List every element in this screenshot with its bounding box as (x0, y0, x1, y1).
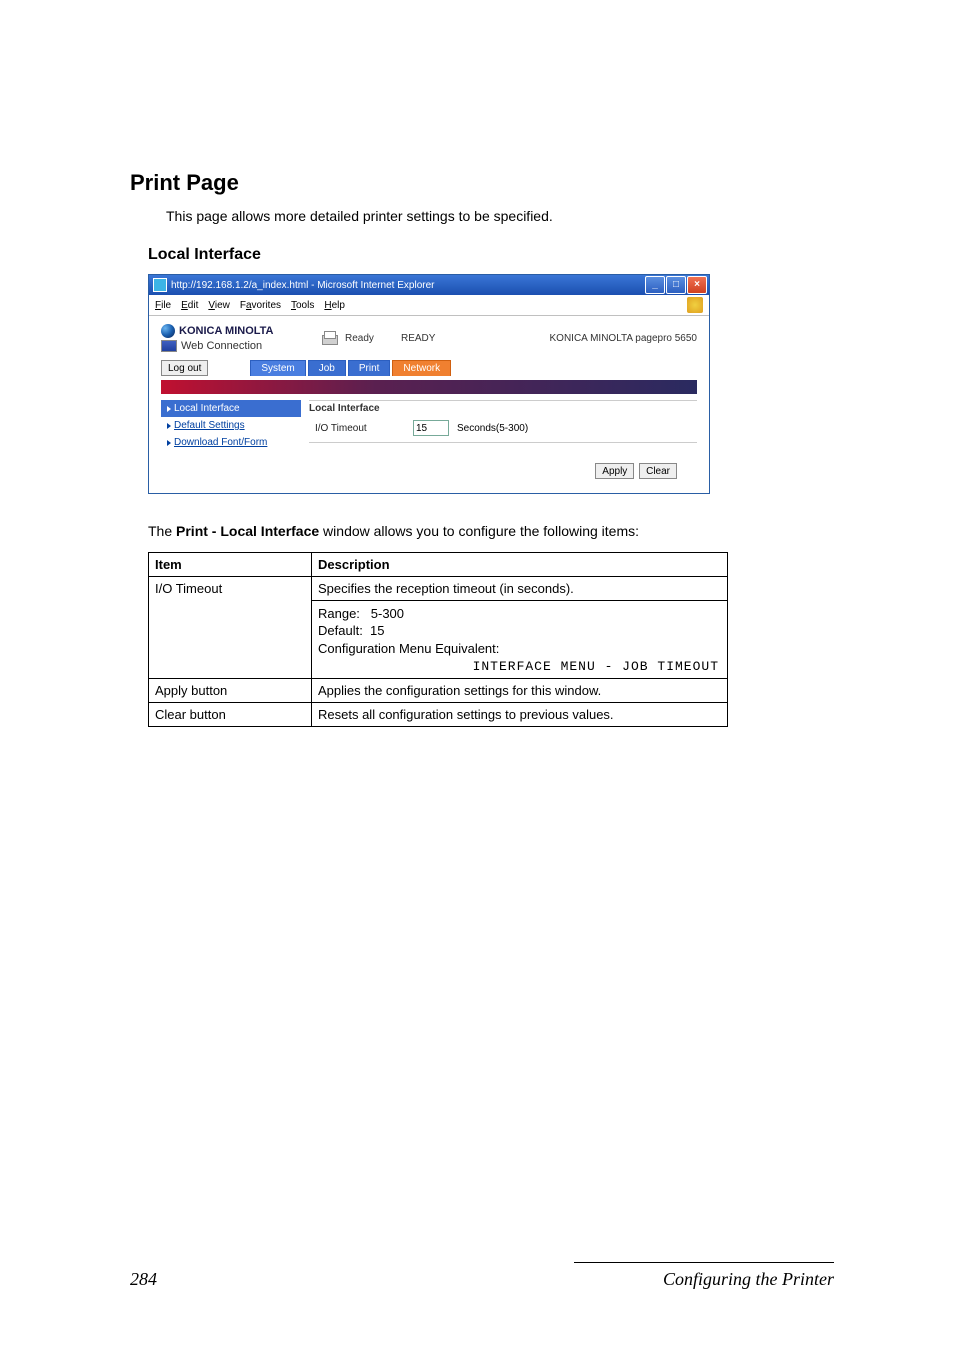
io-timeout-label: I/O Timeout (309, 423, 405, 434)
header-description: Description (312, 552, 728, 576)
conf-line: Configuration Menu Equivalent: (318, 640, 721, 658)
header-gradient-bar (161, 380, 697, 394)
menu-edit[interactable]: Edit (181, 300, 198, 311)
main-panel: Local Interface I/O Timeout Seconds(5-30… (301, 400, 697, 479)
sidebar-item-local-interface[interactable]: Local Interface (161, 400, 301, 417)
window-titlebar: http://192.168.1.2/a_index.html - Micros… (149, 275, 709, 295)
cell-item: I/O Timeout (149, 576, 312, 679)
intro-text: This page allows more detailed printer s… (166, 208, 834, 224)
sidebar-item-label: Local Interface (174, 403, 240, 414)
status-text: Ready (345, 333, 374, 344)
sub-title: Local Interface (148, 246, 834, 264)
io-timeout-input[interactable] (413, 420, 449, 436)
sidebar: Local Interface Default Settings Downloa… (161, 400, 301, 479)
cell-item: Apply button (149, 679, 312, 703)
logout-button[interactable]: Log out (161, 360, 208, 376)
maximize-button[interactable]: □ (666, 276, 686, 294)
ie-window: http://192.168.1.2/a_index.html - Micros… (148, 274, 710, 494)
screenshot: http://192.168.1.2/a_index.html - Micros… (148, 274, 834, 494)
info-table: Item Description I/O Timeout Specifies t… (148, 552, 728, 728)
cell-desc: Resets all configuration settings to pre… (312, 703, 728, 727)
printer-status-icon (321, 331, 339, 345)
minimize-button[interactable]: _ (645, 276, 665, 294)
table-row: I/O Timeout Specifies the reception time… (149, 576, 728, 600)
range-line: Range: 5-300 (318, 605, 721, 623)
tab-system[interactable]: System (250, 360, 305, 376)
sidebar-item-label: Download Font/Form (174, 437, 267, 448)
sidebar-item-default-settings[interactable]: Default Settings (161, 417, 301, 434)
tab-network[interactable]: Network (392, 360, 451, 376)
cell-desc: Applies the configuration settings for t… (312, 679, 728, 703)
triangle-icon (167, 440, 171, 446)
close-button[interactable]: × (687, 276, 707, 294)
cell-item: Clear button (149, 703, 312, 727)
window-title: http://192.168.1.2/a_index.html - Micros… (171, 280, 434, 291)
ready-label: READY (401, 333, 501, 344)
ie-icon (153, 278, 167, 292)
footer-rule (574, 1262, 834, 1263)
page-footer: 284 Configuring the Printer (130, 1262, 834, 1290)
menubar: File Edit View Favorites Tools Help (149, 295, 709, 316)
desc-bold: Print - Local Interface (176, 523, 319, 539)
triangle-icon (167, 406, 171, 412)
brand-logo: KONICA MINOLTA (161, 324, 321, 338)
clear-button[interactable]: Clear (639, 463, 677, 479)
pagescope-icon (161, 340, 177, 352)
menu-file[interactable]: File (155, 300, 171, 311)
triangle-icon (167, 423, 171, 429)
mono-line: INTERFACE MENU - JOB TIMEOUT (318, 659, 721, 674)
sidebar-item-download-fontform[interactable]: Download Font/Form (161, 434, 301, 451)
page-number: 284 (130, 1269, 157, 1290)
menu-tools[interactable]: Tools (291, 300, 314, 311)
cell-desc: Specifies the reception timeout (in seco… (312, 576, 728, 600)
brand-text: KONICA MINOLTA (179, 325, 274, 337)
model-label: KONICA MINOLTA pagepro 5650 (550, 333, 697, 344)
menu-view[interactable]: View (208, 300, 230, 311)
tab-job[interactable]: Job (308, 360, 346, 376)
tab-print[interactable]: Print (348, 360, 391, 376)
panel-title: Local Interface (309, 400, 697, 414)
brand-logo-icon (161, 324, 175, 338)
sidebar-item-label: Default Settings (174, 420, 245, 431)
default-line: Default: 15 (318, 622, 721, 640)
cell-desc-detail: Range: 5-300 Default: 15 Configuration M… (312, 600, 728, 679)
footer-text: Configuring the Printer (663, 1269, 834, 1290)
menu-favorites[interactable]: Favorites (240, 300, 281, 311)
description-text: The Print - Local Interface window allow… (148, 522, 834, 542)
header-item: Item (149, 552, 312, 576)
apply-button[interactable]: Apply (595, 463, 634, 479)
pagescope-text: Web Connection (181, 340, 262, 352)
table-row: Clear button Resets all configuration se… (149, 703, 728, 727)
table-row: Apply button Applies the configuration s… (149, 679, 728, 703)
io-timeout-suffix: Seconds(5-300) (457, 423, 528, 434)
table-header-row: Item Description (149, 552, 728, 576)
pagescope-label: Web Connection (161, 340, 321, 352)
ie-logo-icon (687, 297, 703, 313)
section-title: Print Page (130, 170, 834, 196)
desc-prefix: The (148, 523, 176, 539)
desc-suffix: window allows you to configure the follo… (319, 523, 639, 539)
menu-help[interactable]: Help (324, 300, 345, 311)
